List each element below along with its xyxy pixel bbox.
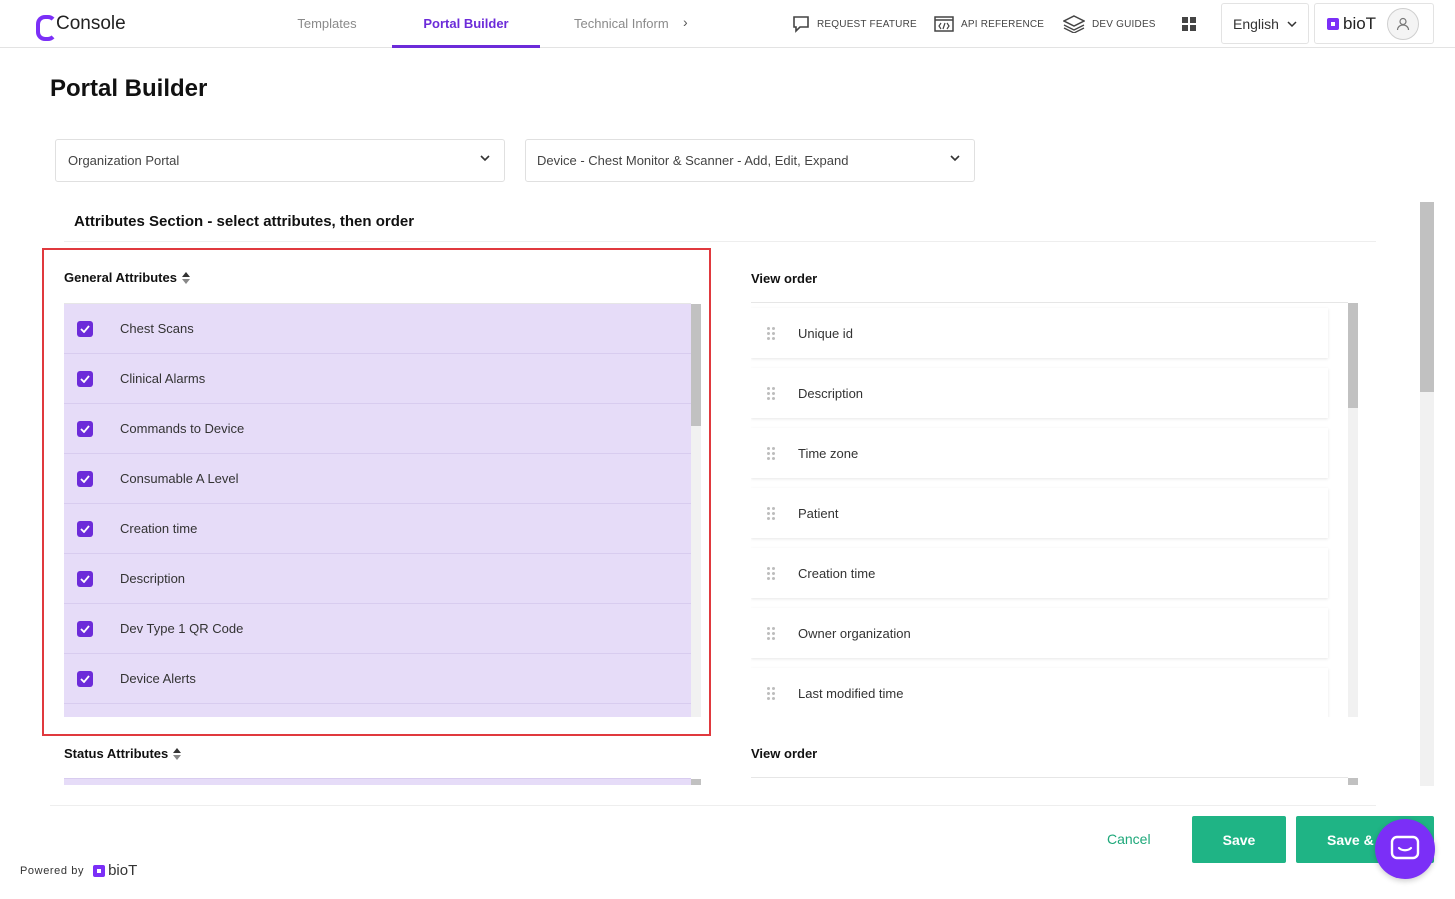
template-select-value: Device - Chest Monitor & Scanner - Add, … [537,153,849,168]
avatar[interactable] [1387,8,1419,40]
view-order-label: Last modified time [798,685,904,701]
request-feature-label: REQUEST FEATURE [817,18,917,30]
attributes-section-title: Attributes Section - select attributes, … [74,213,415,230]
account-menu[interactable]: bioT [1314,3,1434,44]
view-order-label: Description [798,385,864,401]
api-reference-label: API REFERENCE [961,18,1045,30]
status-attributes-heading: Status Attributes [64,746,169,761]
page-title: Portal Builder [50,75,208,102]
view-order-heading: View order [751,271,818,286]
powered-by: Powered by bioT [20,862,137,879]
portal-select[interactable]: Organization Portal [55,139,505,182]
status-attributes-header[interactable]: Status Attributes [64,746,182,761]
list-item[interactable]: Owner organization [751,608,1328,658]
status-attributes-list[interactable] [64,779,691,785]
biot-logo-icon [93,864,106,877]
sort-icon[interactable] [173,747,182,760]
language-select[interactable]: English [1221,3,1309,44]
highlight-box [42,248,711,736]
list-item[interactable]: Patient [751,488,1328,538]
view-order-list[interactable]: Unique id Description Time zone Patient … [751,304,1348,717]
list-item[interactable]: Description [751,368,1328,418]
top-bar: Console Templates Portal Builder Technic… [0,0,1455,48]
api-reference-button[interactable]: API REFERENCE [934,15,1044,33]
language-value: English [1233,15,1279,32]
template-select[interactable]: Device - Chest Monitor & Scanner - Add, … [525,139,975,182]
view-order-label: Unique id [798,325,853,341]
console-logo-icon [36,15,57,41]
drag-handle-icon[interactable] [767,386,775,400]
dev-guides-label: DEV GUIDES [1092,18,1156,30]
page-scrollbar-thumb[interactable] [1420,202,1434,392]
view-order-label: Time zone [798,445,859,461]
request-feature-button[interactable]: REQUEST FEATURE [792,15,917,33]
tab-templates[interactable]: Templates [276,0,378,48]
footer-divider [50,805,1376,806]
list-item[interactable]: Unique id [751,308,1328,358]
powered-by-label: Powered by [20,864,85,877]
user-icon [1396,17,1410,31]
chat-icon [1390,835,1420,860]
portal-select-value: Organization Portal [68,153,180,168]
section-divider [64,241,1376,242]
tabs-scroll-next-button[interactable]: › [683,14,688,30]
status-list-scrollbar[interactable] [691,779,701,785]
view-order-label: Patient [798,505,839,521]
header-divider [751,777,1348,778]
page-scrollbar[interactable] [1420,202,1434,786]
drag-handle-icon[interactable] [767,446,775,460]
list-item[interactable]: Last modified time [751,668,1328,717]
chevron-down-icon [950,155,960,162]
drag-handle-icon[interactable] [767,626,775,640]
apps-grid-icon[interactable] [1182,17,1196,31]
tab-technical-information[interactable]: Technical Inform [566,0,676,48]
list-item[interactable]: Time zone [751,428,1328,478]
status-view-order-scrollbar[interactable] [1348,778,1358,785]
console-logo[interactable]: Console [36,13,126,41]
biot-logo-text: bioT [1343,13,1377,33]
console-logo-text: Console [56,13,126,34]
dev-guides-button[interactable]: DEV GUIDES [1063,15,1156,33]
code-window-icon [934,16,954,32]
status-view-order-heading: View order [751,746,818,761]
layers-icon [1063,15,1085,33]
save-button[interactable]: Save [1192,816,1286,863]
chevron-down-icon [480,155,490,162]
drag-handle-icon[interactable] [767,326,775,340]
view-order-label: Creation time [798,565,876,581]
tab-portal-builder[interactable]: Portal Builder [392,0,540,48]
drag-handle-icon[interactable] [767,566,775,580]
drag-handle-icon[interactable] [767,506,775,520]
speech-bubble-icon [793,16,809,33]
header-divider [751,302,1348,303]
drag-handle-icon[interactable] [767,686,775,700]
view-order-scrollbar[interactable] [1348,303,1358,717]
list-item[interactable]: Creation time [751,548,1328,598]
scrollbar-thumb[interactable] [1348,303,1358,408]
biot-logo-icon [1327,17,1339,30]
chevron-down-icon [1287,20,1297,27]
chat-launcher[interactable] [1375,819,1435,879]
powered-by-brand: bioT [108,862,138,879]
cancel-button[interactable]: Cancel [1107,831,1151,847]
view-order-label: Owner organization [798,625,911,641]
